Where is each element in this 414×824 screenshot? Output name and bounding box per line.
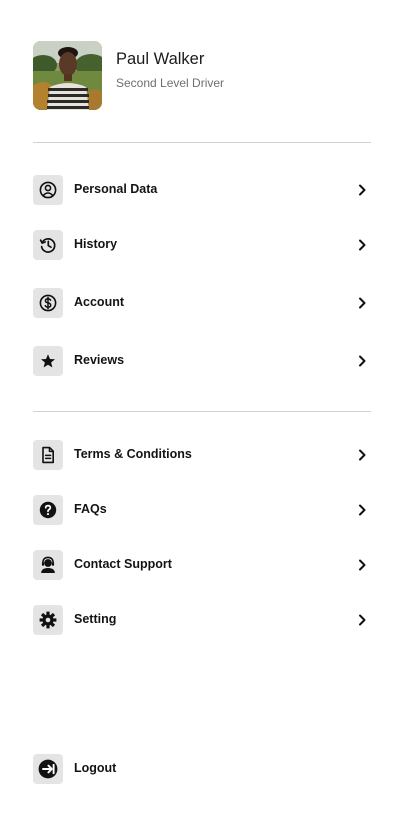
menu-item-faqs[interactable]: FAQs: [33, 495, 371, 525]
logout-button[interactable]: Logout: [33, 754, 371, 784]
gear-icon: [33, 605, 63, 635]
divider: [33, 142, 371, 143]
menu-item-personal-data[interactable]: Personal Data: [33, 175, 371, 205]
menu-item-history[interactable]: History: [33, 230, 371, 260]
menu-item-terms-conditions[interactable]: Terms & Conditions: [33, 440, 371, 470]
menu-label: Reviews: [74, 353, 125, 367]
chevron-right-icon: [355, 238, 369, 252]
menu-label: Terms & Conditions: [74, 447, 192, 461]
menu-label: Personal Data: [74, 182, 158, 196]
user-circle-icon: [33, 175, 63, 205]
document-icon: [33, 440, 63, 470]
logout-label: Logout: [74, 761, 117, 775]
profile-name: Paul Walker: [116, 50, 205, 68]
chevron-right-icon: [355, 503, 369, 517]
menu-label: Setting: [74, 612, 117, 626]
chevron-right-icon: [355, 354, 369, 368]
avatar[interactable]: [33, 41, 102, 110]
profile-header: Paul Walker Second Level Driver: [33, 41, 373, 111]
chevron-right-icon: [355, 183, 369, 197]
logout-icon: [33, 754, 63, 784]
menu-item-setting[interactable]: Setting: [33, 605, 371, 635]
menu-item-contact-support[interactable]: Contact Support: [33, 550, 371, 580]
history-icon: [33, 230, 63, 260]
chevron-right-icon: [355, 558, 369, 572]
chevron-right-icon: [355, 296, 369, 310]
menu-item-account[interactable]: Account: [33, 288, 371, 318]
divider: [33, 411, 371, 412]
question-circle-icon: [33, 495, 63, 525]
menu-label: Account: [74, 295, 124, 309]
menu-label: Contact Support: [74, 557, 172, 571]
avatar-photo: [33, 41, 102, 110]
support-agent-icon: [33, 550, 63, 580]
menu-label: History: [74, 237, 118, 251]
menu-item-reviews[interactable]: Reviews: [33, 346, 371, 376]
chevron-right-icon: [355, 613, 369, 627]
menu-label: FAQs: [74, 502, 107, 516]
chevron-right-icon: [355, 448, 369, 462]
profile-role: Second Level Driver: [116, 76, 225, 90]
star-icon: [33, 346, 63, 376]
dollar-circle-icon: [33, 288, 63, 318]
